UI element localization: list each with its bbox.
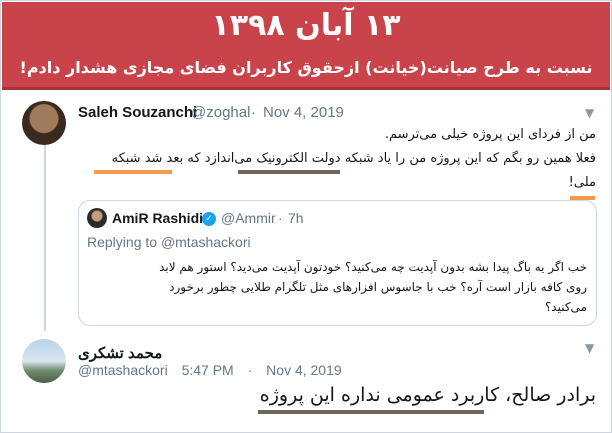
tweet1-separator: · <box>251 104 256 121</box>
highlight-underline-orange <box>94 170 172 174</box>
tweet3-time[interactable]: 5:47 PM <box>182 362 234 378</box>
tweet1-line: من از فردای این پروژه خیلی می‌ترسم. <box>384 127 596 142</box>
tweet3-meta: @mtashackori 5:47 PM · Nov 4, 2019 <box>78 362 352 378</box>
thread-connector-line <box>44 141 46 331</box>
banner-subtitle: نسبت به طرح صیانت(خیانت) ازحقوق کاربران … <box>19 58 593 77</box>
tweet3-author-name[interactable]: محمد تشکری <box>78 344 162 362</box>
banner-date: ۱۳ آبان ۱۳۹۸ <box>211 8 401 43</box>
tweet1-text: من از فردای این پروژه خیلی می‌ترسم. فعلا… <box>78 123 596 195</box>
quote-line: می‌کنید؟ <box>544 300 587 314</box>
quote-separator: · <box>278 210 283 226</box>
quote-time: 7h <box>288 210 304 226</box>
quote-text: خب اگر یه باگ پیدا بشه بدون آپدیت چه می‌… <box>87 257 587 317</box>
tweet1-date[interactable]: Nov 4, 2019 <box>263 104 344 121</box>
highlight-underline-gray <box>258 410 484 414</box>
tweet3-text: برادر صالح، کاربرد عمومی نداره این پروژه <box>259 384 596 406</box>
quote-author-name: AmiR Rashidi <box>112 210 204 226</box>
highlight-underline-gray <box>238 170 340 174</box>
tweet1-line: ملی! <box>568 175 596 190</box>
tweet1-author-name[interactable]: Saleh Souzanchi <box>78 104 197 121</box>
header-banner: ۱۳ آبان ۱۳۹۸ نسبت به طرح صیانت(خیانت) از… <box>2 2 610 90</box>
replying-handle[interactable]: @mtashackori <box>161 234 251 250</box>
avatar-amir <box>87 208 107 228</box>
tweet3-handle[interactable]: @mtashackori <box>78 362 168 378</box>
quote-replying-to: Replying to @mtashackori <box>87 234 251 250</box>
tweet1-handle[interactable]: @zoghal <box>191 104 250 121</box>
tweet1-line: فعلا همین رو بگم که این پروژه من را یاد … <box>111 151 596 166</box>
quote-handle: @Ammir <box>221 210 276 226</box>
tweet3-date[interactable]: Nov 4, 2019 <box>266 362 342 378</box>
quote-line: خب اگر یه باگ پیدا بشه بدون آپدیت چه می‌… <box>159 260 587 274</box>
chevron-down-icon[interactable]: ▼ <box>585 106 594 120</box>
screenshot-frame: ۱۳ آبان ۱۳۹۸ نسبت به طرح صیانت(خیانت) از… <box>0 0 612 433</box>
verified-badge-icon: ✓ <box>202 212 216 226</box>
avatar-mohammad[interactable] <box>22 339 66 383</box>
replying-prefix: Replying to <box>87 234 158 250</box>
chevron-down-icon[interactable]: ▼ <box>585 341 594 355</box>
avatar-saleh[interactable] <box>22 101 66 145</box>
quote-line: روی کافه بازار است آره؟ خب با جاسوس افزا… <box>169 280 587 294</box>
tweet3-separator: · <box>247 362 253 378</box>
